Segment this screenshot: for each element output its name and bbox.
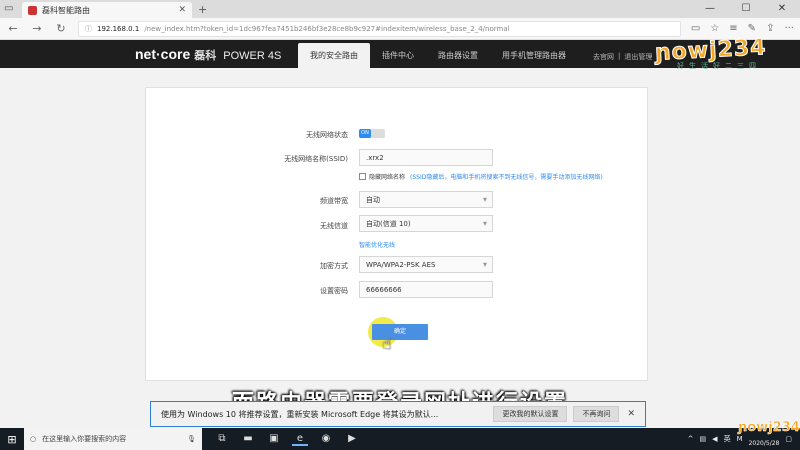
- ime-indicator[interactable]: 英: [724, 434, 731, 444]
- ssid-input[interactable]: .xrx2: [359, 149, 493, 166]
- confirm-button[interactable]: 确定: [372, 324, 428, 340]
- bandwidth-select[interactable]: 自动: [359, 191, 493, 208]
- optimize-wireless-link[interactable]: 智能优化无线: [359, 240, 395, 249]
- logo-text: net·core: [135, 46, 191, 62]
- link-separator: |: [618, 52, 621, 60]
- notification-center-icon[interactable]: ▢: [785, 435, 792, 443]
- search-circle-icon: ○: [30, 435, 37, 443]
- tab-router-settings[interactable]: 路由器设置: [426, 43, 490, 68]
- windows-taskbar: ⊞ ○ 在这里输入你要搜索的内容 🎙 ⧉ ▬ ▣ e ◉ ▶ ^ ▤ ◀ 英 M…: [0, 428, 800, 450]
- url-host: 192.168.0.1: [97, 24, 140, 33]
- status-label: 无线网络状态: [306, 131, 348, 139]
- forward-icon[interactable]: →: [30, 22, 44, 35]
- official-site-link[interactable]: 去官网: [593, 52, 614, 62]
- qq-browser-icon[interactable]: ◉: [318, 433, 334, 446]
- minimize-icon[interactable]: —: [692, 0, 728, 18]
- tray-up-icon[interactable]: ^: [688, 435, 694, 443]
- password-label: 设置密码: [320, 287, 348, 295]
- volume-icon[interactable]: ◀: [712, 435, 717, 443]
- hide-ssid-label: 隐藏网络名称: [369, 174, 406, 181]
- share-icon[interactable]: ⇪: [766, 23, 774, 34]
- edge-icon[interactable]: e: [292, 433, 308, 446]
- task-view-icon[interactable]: ⧉: [214, 433, 230, 446]
- wireless-status-toggle[interactable]: ON: [359, 129, 385, 138]
- logo-cn: 磊科: [194, 50, 217, 62]
- tab-mobile-manage[interactable]: 用手机管理路由器: [490, 43, 578, 68]
- maximize-icon[interactable]: ☐: [728, 0, 764, 18]
- router-model: POWER 4S: [223, 50, 282, 62]
- microphone-icon[interactable]: 🎙: [187, 435, 196, 443]
- url-input[interactable]: ⓘ 192.168.0.1/new_index.htm?token_id=1dc…: [78, 20, 681, 37]
- browser-tab-strip: ▭ 磊科智能路由 ✕ + — ☐ ✕: [0, 0, 800, 18]
- taskbar-search[interactable]: ○ 在这里输入你要搜索的内容 🎙: [24, 428, 202, 450]
- clock-date: 2020/5/28: [748, 440, 780, 447]
- router-nav: 我的安全路由 插件中心 路由器设置 用手机管理路由器: [298, 43, 578, 68]
- encryption-label: 加密方式: [320, 262, 348, 270]
- url-path: /new_index.htm?token_id=1dc967fea7451b24…: [144, 24, 510, 33]
- password-value: 66666666: [366, 285, 402, 294]
- tab-close-icon[interactable]: ✕: [178, 5, 186, 15]
- lang-indicator[interactable]: M: [737, 435, 743, 443]
- hand-cursor-icon: ☝: [382, 334, 392, 353]
- back-icon[interactable]: ←: [6, 22, 20, 35]
- channel-select[interactable]: 自动(信道 10): [359, 215, 493, 232]
- info-icon: ⓘ: [85, 24, 92, 33]
- bandwidth-value: 自动: [366, 195, 380, 204]
- header-links: 去官网 | 退出管理: [593, 52, 652, 62]
- watermark-logo: ɲowj234 好生活好二三四: [654, 35, 775, 72]
- favorites-hub-icon[interactable]: ≡: [729, 23, 737, 34]
- edge-default-notification: 使用为 Windows 10 将推荐设置，重新安装 Microsoft Edge…: [150, 401, 646, 427]
- reading-view-icon[interactable]: ▭: [691, 23, 700, 34]
- tab-actions-icon[interactable]: ▭: [4, 3, 13, 14]
- ssid-label: 无线网络名称(SSID): [284, 155, 348, 163]
- ssid-value: .xrx2: [366, 153, 384, 162]
- more-icon[interactable]: ···: [784, 23, 794, 34]
- channel-value: 自动(信道 10): [366, 219, 411, 228]
- router-favicon-icon: [28, 5, 37, 15]
- network-icon[interactable]: ▤: [700, 435, 707, 443]
- store-icon[interactable]: ▣: [266, 433, 282, 446]
- logout-link[interactable]: 退出管理: [624, 52, 652, 62]
- browser-tab[interactable]: 磊科智能路由 ✕: [22, 2, 192, 18]
- window-controls: — ☐ ✕: [692, 0, 800, 18]
- wireless-settings-panel: 无线网络状态 ON 无线网络名称(SSID) .xrx2 隐藏网络名称 (SSI…: [145, 87, 648, 381]
- address-bar: ← → ↻ ⓘ 192.168.0.1/new_index.htm?token_…: [0, 18, 800, 40]
- windows-start-icon[interactable]: ⊞: [0, 433, 24, 446]
- bandwidth-label: 频道带宽: [320, 197, 348, 205]
- window-close-icon[interactable]: ✕: [764, 0, 800, 18]
- video-app-icon[interactable]: ▶: [344, 433, 360, 446]
- netcore-logo: net·core 磊科 POWER 4S: [135, 46, 281, 63]
- hide-ssid-hint: (SSID隐藏后，电脑和手机将搜索不到无线信号，需要手动添加无线网络): [410, 174, 603, 181]
- toggle-on-text: ON: [359, 129, 371, 138]
- notification-text: 使用为 Windows 10 将推荐设置，重新安装 Microsoft Edge…: [161, 409, 439, 419]
- encryption-value: WPA/WPA2-PSK AES: [366, 260, 436, 269]
- encryption-select[interactable]: WPA/WPA2-PSK AES: [359, 256, 493, 273]
- favorite-star-icon[interactable]: ☆: [710, 23, 719, 34]
- new-tab-button[interactable]: +: [198, 3, 207, 16]
- folder-icon[interactable]: ▬: [240, 433, 256, 446]
- taskbar-watermark: ɲowj234: [738, 420, 800, 436]
- notification-close-icon[interactable]: ✕: [627, 409, 635, 419]
- dont-ask-button[interactable]: 不再询问: [573, 406, 620, 422]
- tab-plugins[interactable]: 插件中心: [370, 43, 426, 68]
- search-placeholder: 在这里输入你要搜索的内容: [42, 435, 127, 443]
- hide-ssid-checkbox[interactable]: [359, 173, 366, 180]
- refresh-icon[interactable]: ↻: [54, 22, 68, 35]
- watermark-sub: 好生活好二三四: [677, 62, 761, 70]
- tab-title: 磊科智能路由: [42, 5, 90, 15]
- notes-icon[interactable]: ✎: [748, 23, 756, 34]
- password-input[interactable]: 66666666: [359, 281, 493, 298]
- change-default-button[interactable]: 更改我的默认设置: [493, 406, 568, 422]
- tab-my-router[interactable]: 我的安全路由: [298, 43, 370, 68]
- channel-label: 无线信道: [320, 222, 348, 230]
